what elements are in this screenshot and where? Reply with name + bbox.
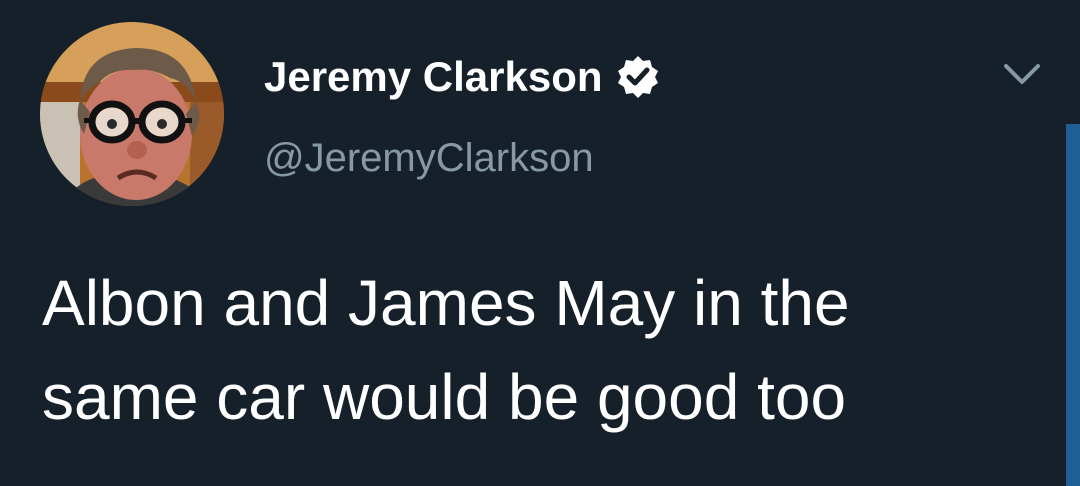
tweet-card[interactable]: Jeremy Clarkson @JeremyClarkson Albon an… [0, 0, 1080, 486]
chevron-down-icon[interactable] [1000, 56, 1044, 92]
scrollbar[interactable] [1066, 124, 1080, 486]
display-name[interactable]: Jeremy Clarkson [264, 50, 603, 104]
user-handle[interactable]: @JeremyClarkson [264, 132, 594, 184]
avatar-image [40, 22, 224, 206]
verified-badge-icon [615, 54, 661, 100]
avatar[interactable] [40, 22, 224, 206]
display-name-row: Jeremy Clarkson [264, 50, 661, 104]
tweet-text: Albon and James May in the same car woul… [42, 267, 850, 433]
